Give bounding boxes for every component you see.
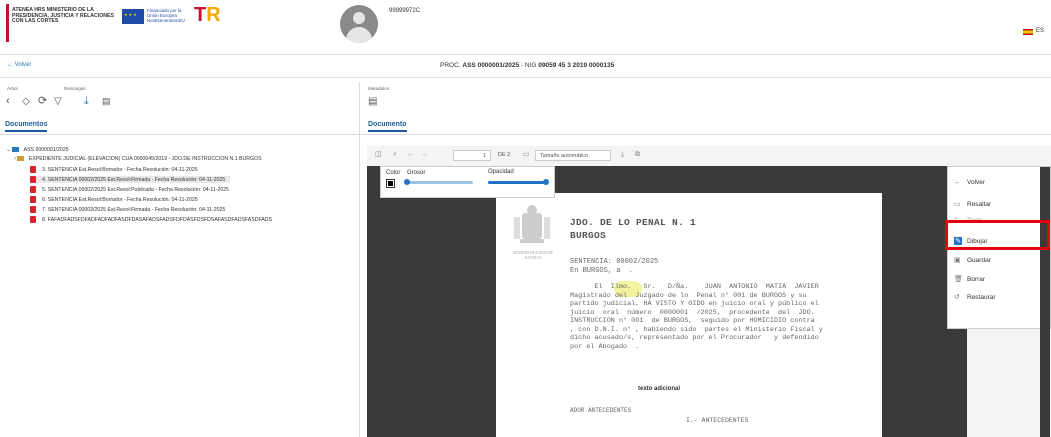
open-external-icon[interactable]: ⧉ (635, 150, 640, 160)
highlight-icon: ▭ (954, 201, 961, 208)
grosor-label: Grosor (407, 170, 426, 176)
download-multiple-icon[interactable]: ▤ (102, 96, 111, 107)
pdf-icon (30, 216, 36, 223)
metadata-icon[interactable]: ▤ (368, 96, 377, 107)
sentencia-place: En BURGOS, a . (570, 267, 634, 275)
trash-icon: 🗑 (954, 276, 963, 283)
expand-icon[interactable]: ◇ (22, 96, 30, 107)
back-link[interactable]: ← Volver (7, 62, 31, 68)
antecedentes-prefix: ADOR ANTECEDENTES (570, 407, 632, 414)
list-item[interactable]: 3. SENTENCIA Est.Resol:Borrador - Fecha … (30, 166, 198, 173)
tab-documentos[interactable]: Documentos (5, 119, 48, 132)
menu-borrar[interactable]: 🗑 Borrar (954, 275, 985, 283)
menu-restaurar[interactable]: ↺ Restaurar (954, 293, 996, 301)
doc-body: El Ilmo. Sr. D/Ña. JUAN ANTONIO MATIA JA… (570, 283, 823, 351)
page-total: DE 2 (498, 152, 511, 158)
viewer-toolbar: ◫ ⌕ ← → 1 DE 2 ▭ Tamaño automático ⤓ ⧉ (367, 146, 1051, 166)
prev-page-icon[interactable]: ← (407, 150, 414, 160)
eu-flag-icon (122, 9, 144, 24)
collapse-icon[interactable]: ‹ (6, 96, 10, 107)
filter-icon[interactable]: ▽ (54, 96, 62, 107)
ministry-logo-text: ATENEA HRS MINISTERIO DE LA PRESIDENCIA,… (12, 7, 114, 25)
zoom-select[interactable]: Tamaño automático (535, 150, 611, 161)
refresh-icon[interactable]: ⟳ (38, 96, 47, 107)
page-number-input[interactable]: 1 (453, 150, 491, 161)
list-item[interactable]: 6. SENTENCIA Est.Resol:Borrador - Fecha … (30, 196, 198, 203)
sub-header: ← Volver PROC. ASS 0000001/2025 - NIG 09… (0, 56, 1051, 78)
pdf-icon (30, 196, 36, 203)
tree-root[interactable]: ⌄ ASS 0000001/2025 (6, 146, 69, 153)
list-item[interactable]: 5. SENTENCIA 00002/2025 Est.Resol:Public… (30, 186, 229, 193)
list-item[interactable]: 4. SENTENCIA 00002/2025 Est.Resol:Firmad… (30, 176, 230, 183)
app-header: ATENEA HRS MINISTERIO DE LA PRESIDENCIA,… (0, 0, 1051, 55)
menu-resaltar[interactable]: ▭ Resaltar (954, 200, 991, 208)
opacidad-label: Opacidad (488, 169, 514, 175)
pdf-icon (30, 206, 36, 213)
divider (361, 134, 1051, 135)
descargas-label: Descargas (64, 86, 86, 91)
sentencia-number: SENTENCIA: 00002/2025 (570, 258, 659, 266)
restore-icon: ↺ (954, 294, 960, 301)
back-icon: ← (954, 179, 961, 186)
opacidad-slider[interactable] (488, 179, 549, 185)
admin-justicia-label: ADMINISTRACION DE JUSTICIA (512, 250, 554, 260)
download-icon[interactable]: ⤓ (84, 96, 89, 107)
metadatos-label: Metadatos (368, 86, 390, 91)
arbol-label: Árbol (7, 86, 18, 91)
search-icon[interactable]: ⌕ (393, 150, 397, 160)
prtr-logo: TR (194, 4, 221, 26)
divider (0, 134, 360, 135)
court-crest-icon (514, 205, 550, 243)
avatar[interactable] (340, 5, 378, 43)
menu-guardar[interactable]: ▣ Guardar (954, 256, 991, 264)
list-item[interactable]: 8. FAFADFADSFDFADFADFADFASDFDASAFADSFADS… (30, 216, 272, 223)
folder-icon (17, 156, 25, 162)
draw-options-panel: Color Grosor Opacidad (380, 166, 555, 198)
doc-heading: JDO. DE LO PENAL N. 1 BURGOS (570, 217, 697, 241)
color-label: Color (386, 170, 401, 176)
presentation-icon[interactable]: ▭ (523, 150, 530, 160)
pdf-icon (30, 166, 36, 173)
grosor-slider[interactable] (404, 179, 473, 185)
save-icon: ▣ (954, 257, 961, 264)
download-icon[interactable]: ⤓ (621, 150, 624, 160)
proceeding-title: PROC. ASS 0000001/2025 - NIG 09059 45 3 … (440, 62, 615, 69)
language-selector[interactable]: ES (1036, 28, 1044, 34)
antecedentes-heading: I.- ANTECEDENTES (686, 417, 749, 424)
pdf-icon (30, 176, 36, 183)
folder-open-icon (12, 147, 20, 153)
user-id: 99999972C (389, 8, 421, 14)
brand-bar (6, 4, 9, 42)
documents-pane: Árbol Descargas ‹ ◇ ⟳ ▽ ⤓ ▤ Documentos ⌄… (0, 82, 360, 437)
highlight-annotation-box (945, 220, 1050, 250)
menu-volver[interactable]: ← Volver (954, 179, 985, 186)
spain-flag-icon[interactable] (1023, 29, 1033, 35)
viewer-scrollbar[interactable] (1040, 167, 1050, 437)
sidebar-toggle-icon[interactable]: ◫ (375, 150, 382, 160)
tree-folder[interactable]: › EXPEDIENTE JUDICIAL (ELEVACION) CUA 00… (14, 156, 262, 162)
color-picker[interactable] (386, 179, 395, 188)
list-item[interactable]: 7. SENTENCIA 00003/2025 Est.Resol:Firmad… (30, 206, 225, 213)
additional-text: texto adicional (638, 386, 681, 392)
eu-funding-text: Financiado por la Unión Europea NextGene… (147, 8, 185, 23)
document-page: ADMINISTRACION DE JUSTICIA JDO. DE LO PE… (496, 193, 882, 437)
pdf-icon (30, 186, 36, 193)
tab-documento[interactable]: Documento (368, 119, 407, 132)
viewer-canvas: ADMINISTRACION DE JUSTICIA JDO. DE LO PE… (367, 166, 967, 437)
next-page-icon[interactable]: → (421, 150, 428, 160)
